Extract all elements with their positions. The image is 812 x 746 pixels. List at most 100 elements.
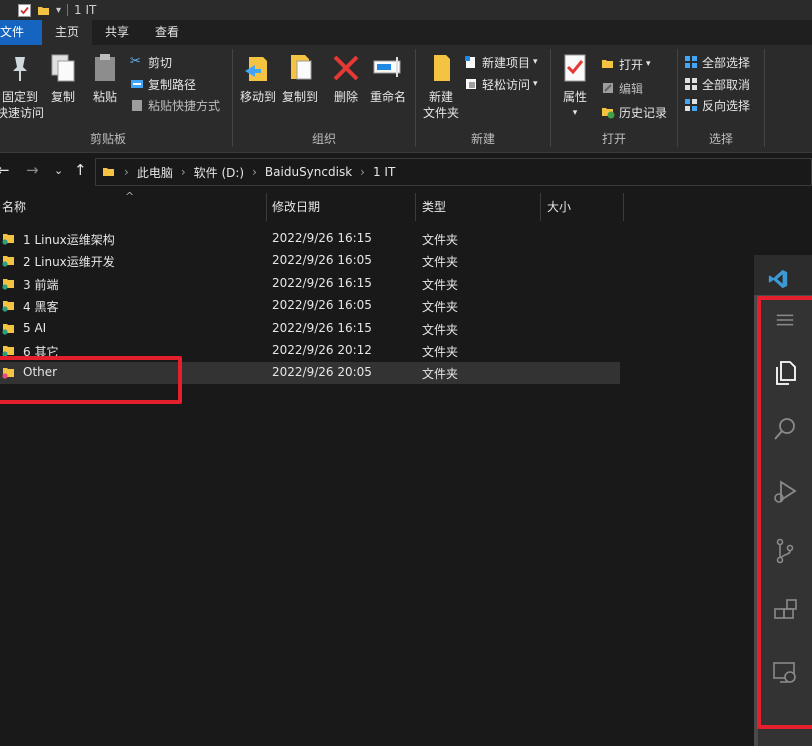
file-type: 文件夹 [422,345,459,359]
edit-button[interactable]: 编辑 [601,78,643,98]
open-label: 打开 [619,57,644,72]
column-header-size[interactable]: 大小 [547,193,571,221]
synced-folder-icon [2,234,14,245]
paste-button[interactable]: 粘贴 [88,51,122,105]
easy-access-button[interactable]: 轻松访问 ▾ [464,74,538,94]
new-folder-icon [424,51,458,85]
file-row[interactable]: 1 Linux运维架构 2022/9/26 16:15 文件夹 [0,228,620,250]
ribbon-tabs: 文件 主页 共享 查看 [0,20,812,45]
select-none-icon [684,77,698,91]
tab-share[interactable]: 共享 [92,20,142,45]
recent-locations-chevron-icon[interactable]: ⌄ [54,164,63,177]
checkmark-icon[interactable] [18,3,31,17]
pin-to-quick-access-button[interactable]: 固定到 快速访问 [0,51,44,121]
column-header-name[interactable]: 名称 [2,193,26,221]
window-title: 1 IT [74,3,97,17]
easy-access-icon [464,77,478,91]
breadcrumb-baidusyncdisk[interactable]: BaiduSyncdisk [265,165,352,179]
file-modified: 2022/9/26 20:05 [272,365,372,379]
breadcrumb-chevron-icon[interactable]: › [181,165,186,179]
properties-label: 属性 [562,90,587,104]
folder-icon[interactable] [37,4,50,17]
copy-path-button[interactable]: 复制路径 [130,74,196,94]
properties-dropdown-icon: ▾ [572,108,578,118]
easy-access-label: 轻松访问 [482,77,531,92]
breadcrumb-drive-d[interactable]: 软件 (D:) [194,164,244,181]
organize-group-label: 组织 [311,132,336,146]
breadcrumb-1-it[interactable]: 1 IT [373,165,395,179]
move-to-button[interactable]: 移动到 [237,51,279,105]
file-modified: 2022/9/26 16:05 [272,253,372,267]
back-arrow-icon[interactable]: ← [0,161,10,179]
select-all-button[interactable]: 全部选择 [684,52,750,72]
file-modified: 2022/9/26 20:12 [272,343,372,357]
delete-x-icon [329,51,363,85]
history-icon [601,105,615,119]
pin-label-line2: 快速访问 [0,106,45,120]
breadcrumb-chevron-icon[interactable]: › [252,165,257,179]
file-type: 文件夹 [422,233,459,247]
tab-home[interactable]: 主页 [42,20,93,45]
rename-label: 重命名 [369,90,406,104]
address-area: ← → ⌄ ↑ › 此电脑 › 软件 (D:) › BaiduSyncdisk … [0,155,812,189]
properties-button[interactable]: 属性 ▾ [557,51,593,121]
invert-selection-button[interactable]: 反向选择 [684,95,750,115]
file-row[interactable]: 5 AI 2022/9/26 16:15 文件夹 [0,318,620,340]
new-group-label: 新建 [470,132,495,146]
forward-arrow-icon[interactable]: → [26,161,39,179]
paste-shortcut-label: 粘贴快捷方式 [148,98,221,113]
file-row[interactable]: 4 黑客 2022/9/26 16:05 文件夹 [0,295,620,317]
file-type: 文件夹 [422,300,459,314]
ribbon-separator [764,49,765,147]
new-item-label: 新建项目 [482,55,531,70]
column-separator[interactable] [415,193,416,221]
open-group-label: 打开 [601,132,626,146]
history-button[interactable]: 历史记录 [601,102,667,122]
breadcrumb-this-pc[interactable]: 此电脑 [137,164,173,181]
select-all-icon [684,55,698,69]
open-button[interactable]: 打开 ▾ [601,54,651,74]
column-header-type[interactable]: 类型 [422,193,446,221]
pin-label-line1: 固定到 [1,90,38,104]
copy-to-button[interactable]: 复制到 [279,51,321,105]
column-separator[interactable] [266,193,267,221]
column-header-modified[interactable]: 修改日期 [272,193,320,221]
organize-group: 移动到 复制到 删除 重命名 组织 [233,45,415,153]
cut-button[interactable]: ✂ 剪切 [130,52,172,72]
tab-file[interactable]: 文件 [0,20,42,45]
vscode-title-area [754,255,812,295]
copy-icon [46,51,80,85]
delete-button[interactable]: 删除 [329,51,363,105]
breadcrumb-chevron-icon[interactable]: › [360,165,365,179]
copy-button[interactable]: 复制 [46,51,80,105]
select-none-button[interactable]: 全部取消 [684,74,750,94]
paste-shortcut-button[interactable]: 粘贴快捷方式 [130,95,220,115]
rename-button[interactable]: 重命名 [367,51,409,105]
new-folder-button[interactable]: 新建 文件夹 [420,51,462,121]
address-bar[interactable]: › 此电脑 › 软件 (D:) › BaiduSyncdisk › 1 IT [95,158,812,186]
select-group-label: 选择 [708,132,733,146]
file-row[interactable]: 2 Linux运维开发 2022/9/26 16:05 文件夹 [0,250,620,272]
vscode-logo-icon [768,269,788,289]
select-group: 全部选择 全部取消 反向选择 选择 [678,45,764,153]
file-name: 3 前端 [23,278,59,292]
file-name: 4 黑客 [23,300,59,314]
file-row[interactable]: 3 前端 2022/9/26 16:15 文件夹 [0,273,620,295]
tab-view[interactable]: 查看 [142,20,192,45]
copy-to-icon [283,51,317,85]
up-arrow-icon[interactable]: ↑ [74,161,87,179]
title-separator [67,4,69,16]
invert-selection-label: 反向选择 [702,98,751,113]
paste-shortcut-icon [130,98,144,112]
column-separator[interactable] [540,193,541,221]
file-name: 2 Linux运维开发 [23,255,115,269]
new-item-button[interactable]: 新建项目 ▾ [464,52,538,72]
new-folder-label-line1: 新建 [428,90,453,104]
rename-icon [371,51,405,85]
breadcrumb-chevron-icon[interactable]: › [124,165,129,179]
clipboard-group-label: 剪贴板 [89,132,126,146]
column-separator[interactable] [623,193,624,221]
quick-access-dropdown-icon[interactable]: ▾ [56,5,61,16]
select-none-label: 全部取消 [702,77,751,92]
new-group: 新建 文件夹 新建项目 ▾ 轻松访问 ▾ 新建 [416,45,550,153]
